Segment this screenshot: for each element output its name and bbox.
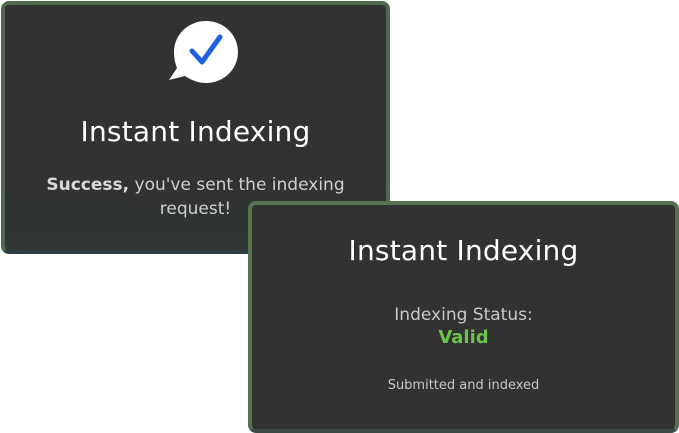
success-card-title: Instant Indexing xyxy=(80,115,311,148)
stage: Instant Indexing Success, you've sent th… xyxy=(0,0,679,433)
indexing-status-note: Submitted and indexed xyxy=(387,378,540,393)
status-card: Instant Indexing Indexing Status: Valid … xyxy=(248,201,679,433)
status-card-title: Instant Indexing xyxy=(348,234,579,267)
indexing-status-label: Indexing Status: xyxy=(394,305,533,325)
success-message-strong: Success, xyxy=(46,175,130,195)
indexing-status-value: Valid xyxy=(438,327,489,348)
check-bubble-icon xyxy=(169,21,238,83)
